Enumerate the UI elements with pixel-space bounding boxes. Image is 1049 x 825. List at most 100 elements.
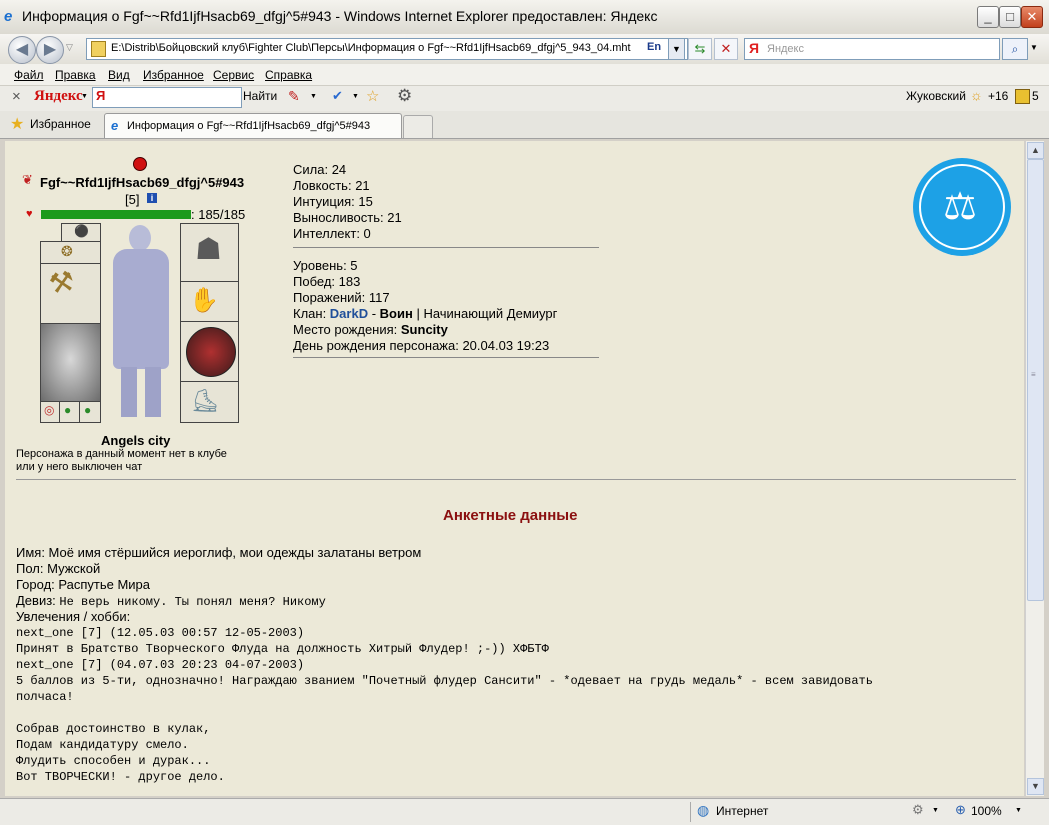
profile-motto: Девиз: Не верь никому. Ты понял меня? Ни… (16, 593, 326, 609)
toolbar-close-icon[interactable]: × (12, 88, 21, 105)
menu-favorites[interactable]: Избранное (143, 68, 204, 82)
slot-gloves[interactable]: ✋ (180, 281, 239, 323)
city-label[interactable]: Жуковский (906, 89, 966, 103)
spellcheck-dropdown-icon[interactable]: ▼ (352, 93, 359, 100)
address-dropdown-button[interactable]: ▼ (668, 38, 685, 60)
slot-boots[interactable]: ⛸ (180, 381, 239, 423)
highlighter-icon[interactable]: ✎ (288, 88, 300, 105)
favorites-star-icon[interactable]: ★ (10, 114, 24, 134)
slot-shield[interactable] (180, 321, 239, 383)
slot-ring-1[interactable]: ◎ (40, 401, 61, 423)
yandex-search-input[interactable]: Я (92, 87, 242, 108)
traffic-icon (1015, 89, 1030, 104)
forward-button[interactable]: ▶ (36, 36, 64, 64)
nav-dropdown-icon[interactable]: ▽ (66, 42, 73, 53)
status-divider (690, 802, 691, 822)
window-title: Информация о Fgf~~Rfd1IjfHsacb69_dfgj^5#… (22, 8, 658, 24)
stat-endurance: Выносливость: 21 (293, 210, 402, 225)
refresh-button[interactable]: ⇆ (688, 38, 712, 60)
hobby-line: Вот ТВОРЧЕСКИ! - другое дело. (16, 770, 225, 784)
scroll-up-button[interactable]: ▲ (1027, 142, 1044, 159)
spellcheck-icon[interactable]: ✔ (332, 88, 343, 104)
new-tab-button[interactable] (403, 115, 433, 138)
info-wins: Побед: 183 (293, 274, 361, 289)
zoom-icon[interactable]: ⊕ (955, 802, 966, 818)
stats-divider (293, 247, 599, 248)
menu-tools[interactable]: Сервис (213, 68, 254, 82)
weather-icon: ☼ (970, 87, 983, 103)
menu-file[interactable]: Файл (14, 68, 44, 82)
slot-amulet[interactable]: ❂ (40, 241, 101, 265)
character-name: Fgf~~Rfd1IjfHsacb69_dfgj^5#943 (40, 175, 245, 190)
highlighter-dropdown-icon[interactable]: ▼ (310, 93, 317, 100)
axe-icon: ⚒ (46, 265, 77, 300)
slot-weapon-axe[interactable]: ⚒ (40, 263, 101, 325)
minimize-button[interactable]: _ (977, 6, 999, 28)
zoom-level[interactable]: 100% (971, 804, 1002, 818)
clan-link[interactable]: DarkD (330, 306, 368, 321)
vertical-scrollbar[interactable]: ▲ ≡ ▼ (1025, 141, 1044, 796)
search-options-icon[interactable]: ▼ (1030, 43, 1038, 52)
info-birthplace: Место рождения: Suncity (293, 322, 448, 337)
settings-gear-icon[interactable]: ⚙ (397, 86, 412, 106)
hp-value: : 185/185 (191, 207, 246, 222)
slot-helmet[interactable]: ☗ (180, 223, 239, 283)
yandex-logo-dropdown-icon[interactable]: ▼ (81, 93, 88, 100)
find-button[interactable]: Найти (243, 89, 277, 103)
hobby-line: next_one [7] (12.05.03 00:57 12-05-2003) (16, 626, 305, 640)
character-figure (105, 221, 177, 421)
scroll-thumb[interactable]: ≡ (1027, 159, 1044, 601)
character-city: Angels city (101, 433, 171, 448)
offline-note-2: или у него выключен чат (16, 461, 143, 473)
tab-active[interactable]: e Информация о Fgf~~Rfd1IjfHsacb69_dfgj^… (104, 113, 402, 138)
level-badge: [5] (125, 192, 140, 207)
page-content: ❦ Fgf~~Rfd1IjfHsacb69_dfgj^5#943 [5] i ♥… (5, 141, 1024, 796)
info-level: Уровень: 5 (293, 258, 358, 273)
hobby-line: 5 баллов из 5-ти, однозначно! Награждаю … (16, 674, 873, 688)
close-button[interactable]: ✕ (1021, 6, 1043, 28)
security-zone-label: Интернет (716, 804, 769, 818)
status-bar: ◍ Интернет ⚙ ▼ ⊕ 100% ▼ (0, 798, 1049, 825)
hp-bar (41, 210, 191, 219)
address-bar[interactable]: E:\Distrib\Бойцовский клуб\Fighter Club\… (86, 38, 688, 60)
traffic-score[interactable]: 5 (1032, 89, 1039, 103)
slot-armor[interactable] (40, 323, 101, 403)
bookmark-add-icon[interactable]: ☆ (366, 87, 379, 105)
section-divider (16, 479, 1016, 480)
yandex-toolbar: × Яндекс ▼ Я Найти ✎ ▼ ✔ ▼ ☆ ⚙ Жуковский… (0, 85, 1049, 112)
favorites-button[interactable]: Избранное (30, 117, 91, 131)
title-bar: e Информация о Fgf~~Rfd1IjfHsacb69_dfgj^… (0, 0, 1049, 35)
hobby-line: Подам кандидатуру смело. (16, 738, 189, 752)
info-icon[interactable]: i (147, 193, 157, 203)
slot-ring-2[interactable]: ● (59, 401, 81, 423)
temperature-label[interactable]: +16 (988, 89, 1008, 103)
address-text: E:\Distrib\Бойцовский клуб\Fighter Club\… (111, 42, 631, 54)
scroll-down-button[interactable]: ▼ (1027, 778, 1044, 795)
menu-help[interactable]: Справка (265, 68, 312, 82)
menu-edit[interactable]: Правка (55, 68, 96, 82)
protected-mode-icon[interactable]: ⚙ (912, 802, 924, 818)
hobby-line: Принят в Братство Творческого Флуда на д… (16, 642, 549, 656)
stat-intellect: Интеллект: 0 (293, 226, 371, 241)
profile-city: Город: Распутье Мира (16, 577, 151, 592)
profile-name: Имя: Моё имя стёршийся иероглиф, мои оде… (16, 545, 422, 560)
justice-scales-icon: ⚖ (913, 158, 1011, 256)
menu-view[interactable]: Вид (108, 68, 130, 82)
search-button[interactable]: ⌕ (1002, 38, 1028, 60)
info-clan: Клан: DarkD - Воин | Начинающий Демиург (293, 306, 558, 321)
language-label[interactable]: En (647, 41, 661, 53)
search-input[interactable]: Я Яндекс (744, 38, 1000, 60)
yandex-y-icon: Я (749, 40, 760, 56)
ie-page-icon: e (111, 118, 119, 133)
zoom-dropdown-icon[interactable]: ▼ (1015, 807, 1022, 814)
back-button[interactable]: ◀ (8, 36, 36, 64)
stop-button[interactable]: ✕ (714, 38, 738, 60)
yandex-logo[interactable]: Яндекс (34, 88, 83, 105)
protected-mode-dropdown-icon[interactable]: ▼ (932, 807, 939, 814)
slot-earrings[interactable]: ⚫ (61, 223, 101, 243)
clan-emblem-icon (133, 157, 147, 171)
maximize-button[interactable]: □ (999, 6, 1021, 28)
hobby-line: полчаса! (16, 690, 74, 704)
offline-note-1: Персонажа в данный момент нет в клубе (16, 448, 227, 460)
slot-ring-3[interactable]: ● (79, 401, 101, 423)
